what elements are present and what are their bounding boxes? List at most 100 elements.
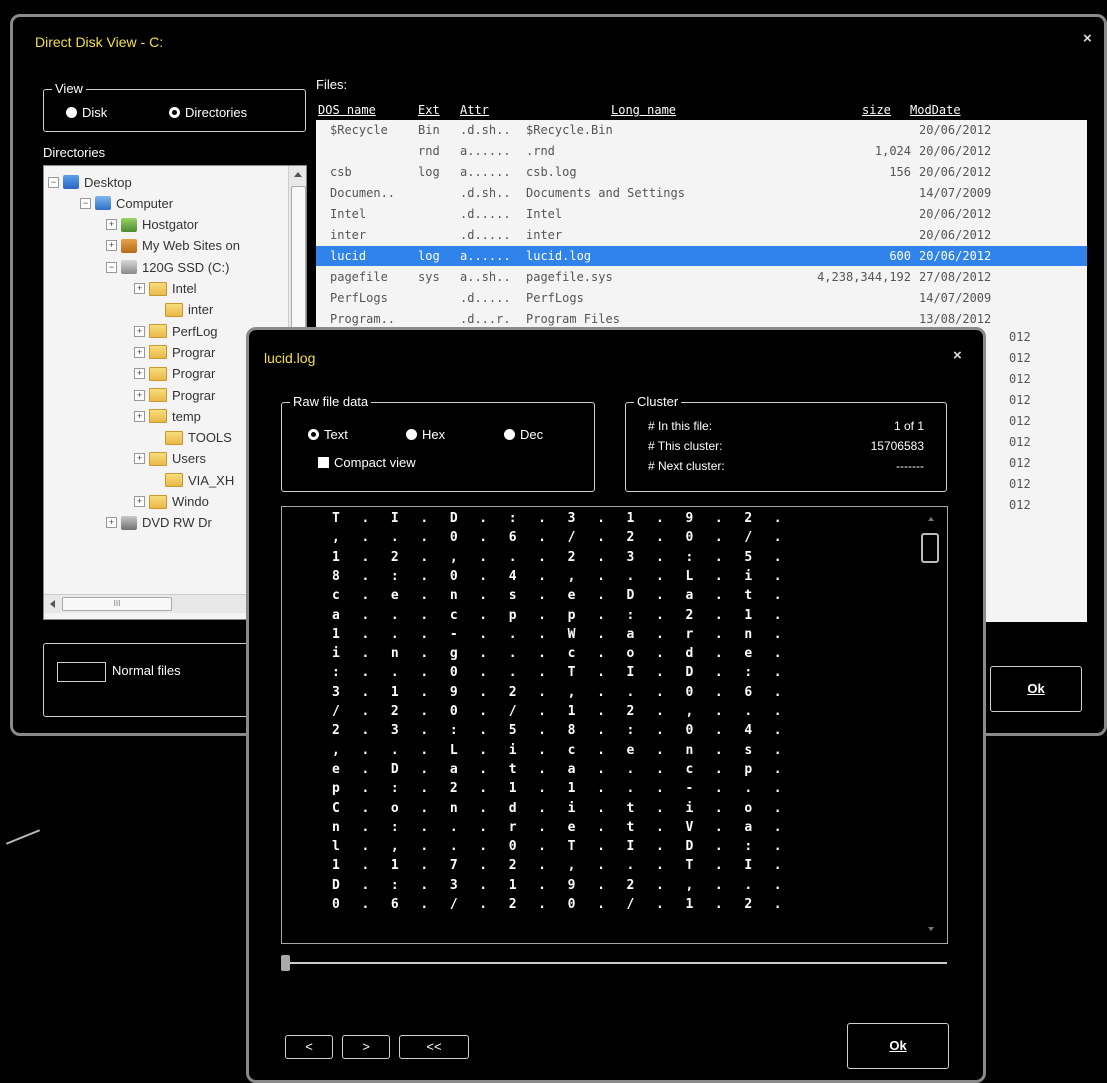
col-attr[interactable]: Attr — [460, 103, 489, 117]
col-dos-name[interactable]: DOS name — [318, 103, 376, 117]
expand-icon[interactable]: + — [106, 517, 117, 529]
expand-icon[interactable]: + — [106, 219, 117, 231]
raw-data-line: n . : . . . r . e . t . V . a . — [332, 819, 789, 835]
first-button[interactable]: << — [399, 1035, 469, 1059]
expand-icon[interactable]: + — [134, 453, 145, 465]
main-ok-button[interactable]: Ok — [990, 666, 1082, 712]
close-icon[interactable]: × — [1083, 30, 1092, 47]
hex-radio[interactable]: Hex — [406, 427, 445, 442]
scroll-down-arrow-icon[interactable] — [928, 927, 934, 931]
expand-icon[interactable]: + — [106, 240, 117, 252]
file-row[interactable]: Intel .d..... Intel 20/06/2012 — [316, 204, 1087, 224]
collapse-icon[interactable]: − — [106, 261, 117, 273]
file-moddate: 14/07/2009 — [919, 186, 992, 200]
file-row[interactable]: $Recycle Bin .d.sh.. $Recycle.Bin 20/06/2012 — [316, 120, 1087, 140]
dec-radio[interactable]: Dec — [504, 427, 543, 442]
tree-item-label: Desktop — [84, 174, 132, 190]
prev-button[interactable]: < — [285, 1035, 333, 1059]
tree-item[interactable]: + Users — [134, 449, 206, 469]
tree-item-label: temp — [172, 408, 201, 424]
tree-item[interactable]: TOOLS — [152, 428, 232, 448]
tree-item[interactable]: + temp — [134, 406, 201, 426]
col-size[interactable]: size — [862, 103, 891, 117]
raw-data-line: C . o . n . d . i . t . i . o . — [332, 800, 789, 816]
collapse-icon[interactable]: − — [48, 176, 59, 188]
raw-data-line: 2 . 3 . : . 5 . 8 . : . 0 . 4 . — [332, 723, 789, 739]
file-row[interactable]: csb log a...... csb.log 156 20/06/2012 — [316, 162, 1087, 182]
scroll-up-arrow-icon[interactable] — [294, 172, 302, 177]
tree-item[interactable]: inter — [152, 300, 213, 320]
expand-icon[interactable]: + — [134, 410, 145, 422]
data-vscrollbar[interactable] — [920, 509, 942, 941]
expand-icon[interactable]: + — [134, 325, 145, 337]
radio-selected-icon — [169, 107, 180, 118]
tree-item[interactable]: + My Web Sites on — [106, 236, 240, 256]
file-long-name: Intel — [526, 207, 563, 221]
file-long-name: Documents and Settings — [526, 186, 685, 200]
position-slider-track[interactable] — [285, 962, 947, 964]
scroll-up-arrow-icon[interactable] — [928, 517, 934, 521]
folder-icon — [149, 324, 167, 339]
folder-icon — [149, 494, 167, 509]
col-ext[interactable]: Ext — [418, 103, 440, 117]
tree-item[interactable]: + Prograr — [134, 364, 215, 384]
dvd-drive-icon — [121, 515, 137, 530]
tree-hscroll-thumb[interactable]: III — [62, 597, 172, 611]
expand-icon[interactable]: + — [134, 346, 145, 358]
next-button[interactable]: > — [342, 1035, 390, 1059]
web-sites-icon — [121, 238, 137, 253]
file-moddate-fragment: 012 — [1009, 414, 1031, 428]
tree-item[interactable]: − 120G SSD (C:) — [106, 257, 229, 277]
window-title: Direct Disk View - C: — [35, 34, 164, 50]
file-ext: log — [418, 165, 440, 179]
file-row[interactable]: inter .d..... inter 20/06/2012 — [316, 225, 1087, 245]
file-moddate-fragment: 012 — [1009, 393, 1031, 407]
file-moddate: 20/06/2012 — [919, 165, 992, 179]
tree-item[interactable]: + Prograr — [134, 385, 215, 405]
cluster-frame: Cluster # In this file: 1 of 1 # This cl… — [625, 394, 947, 492]
text-radio[interactable]: Text — [308, 427, 348, 442]
file-long-name: inter — [526, 228, 563, 242]
raw-data-line: , . . . L . i . c . e . n . s . — [332, 742, 789, 758]
tree-item[interactable]: + Hostgator — [106, 215, 198, 235]
tree-item[interactable]: + Intel — [134, 279, 197, 299]
file-row[interactable]: lucid log a...... lucid.log 600 20/06/2012 — [316, 246, 1087, 266]
tree-item[interactable]: VIA_XH — [152, 470, 234, 490]
raw-data-view[interactable]: T . I . D . : . 3 . 1 . 9 . 2 . , . . . 0… — [281, 506, 948, 944]
tree-item[interactable]: + PerfLog — [134, 321, 218, 341]
directories-radio[interactable]: Directories — [169, 105, 247, 120]
file-long-name: PerfLogs — [526, 291, 584, 305]
collapse-icon[interactable]: − — [80, 197, 91, 209]
tree-item[interactable]: − Desktop — [48, 172, 132, 192]
dialog-ok-button[interactable]: Ok — [847, 1023, 949, 1069]
expand-icon[interactable]: + — [134, 283, 145, 294]
scroll-left-arrow-icon[interactable] — [50, 600, 55, 608]
tree-item[interactable]: + Windo — [134, 492, 209, 512]
folder-icon — [149, 281, 167, 296]
disk-radio[interactable]: Disk — [66, 105, 107, 120]
file-long-name: .rnd — [526, 144, 555, 158]
data-vscroll-thumb[interactable] — [921, 533, 939, 563]
compact-view-checkbox[interactable]: Compact view — [318, 455, 416, 470]
tree-item[interactable]: + Prograr — [134, 342, 215, 362]
tree-item-label: inter — [188, 302, 214, 318]
file-row[interactable]: Documen.. .d.sh.. Documents and Settings 14… — [316, 183, 1087, 203]
raw-data-line: , . . . 0 . 6 . / . 2 . 0 . / . — [332, 530, 789, 546]
dialog-close-icon[interactable]: × — [953, 347, 962, 364]
tree-item[interactable]: + DVD RW Dr — [106, 513, 212, 533]
expand-icon[interactable]: + — [134, 389, 145, 401]
file-row[interactable]: rnd a...... .rnd 1,024 20/06/2012 — [316, 141, 1087, 161]
expand-icon[interactable]: + — [134, 368, 145, 380]
folder-icon — [149, 409, 167, 424]
file-long-name: Program Files — [526, 312, 620, 326]
col-long-name[interactable]: Long name — [611, 103, 676, 117]
file-dos-name: $Recycle — [330, 123, 388, 137]
file-row[interactable]: pagefile sys a..sh.. pagefile.sys 4,238,344,… — [316, 267, 1087, 287]
tree-item[interactable]: − Computer — [80, 193, 173, 213]
position-slider-handle[interactable] — [281, 955, 290, 971]
col-moddate[interactable]: ModDate — [910, 103, 961, 117]
file-row[interactable]: PerfLogs .d..... PerfLogs 14/07/2009 — [316, 288, 1087, 308]
file-row[interactable]: Program.. .d...r. Program Files 13/08/2012 — [316, 309, 1087, 329]
expand-icon[interactable]: + — [134, 496, 145, 507]
file-moddate: 20/06/2012 — [919, 228, 992, 242]
